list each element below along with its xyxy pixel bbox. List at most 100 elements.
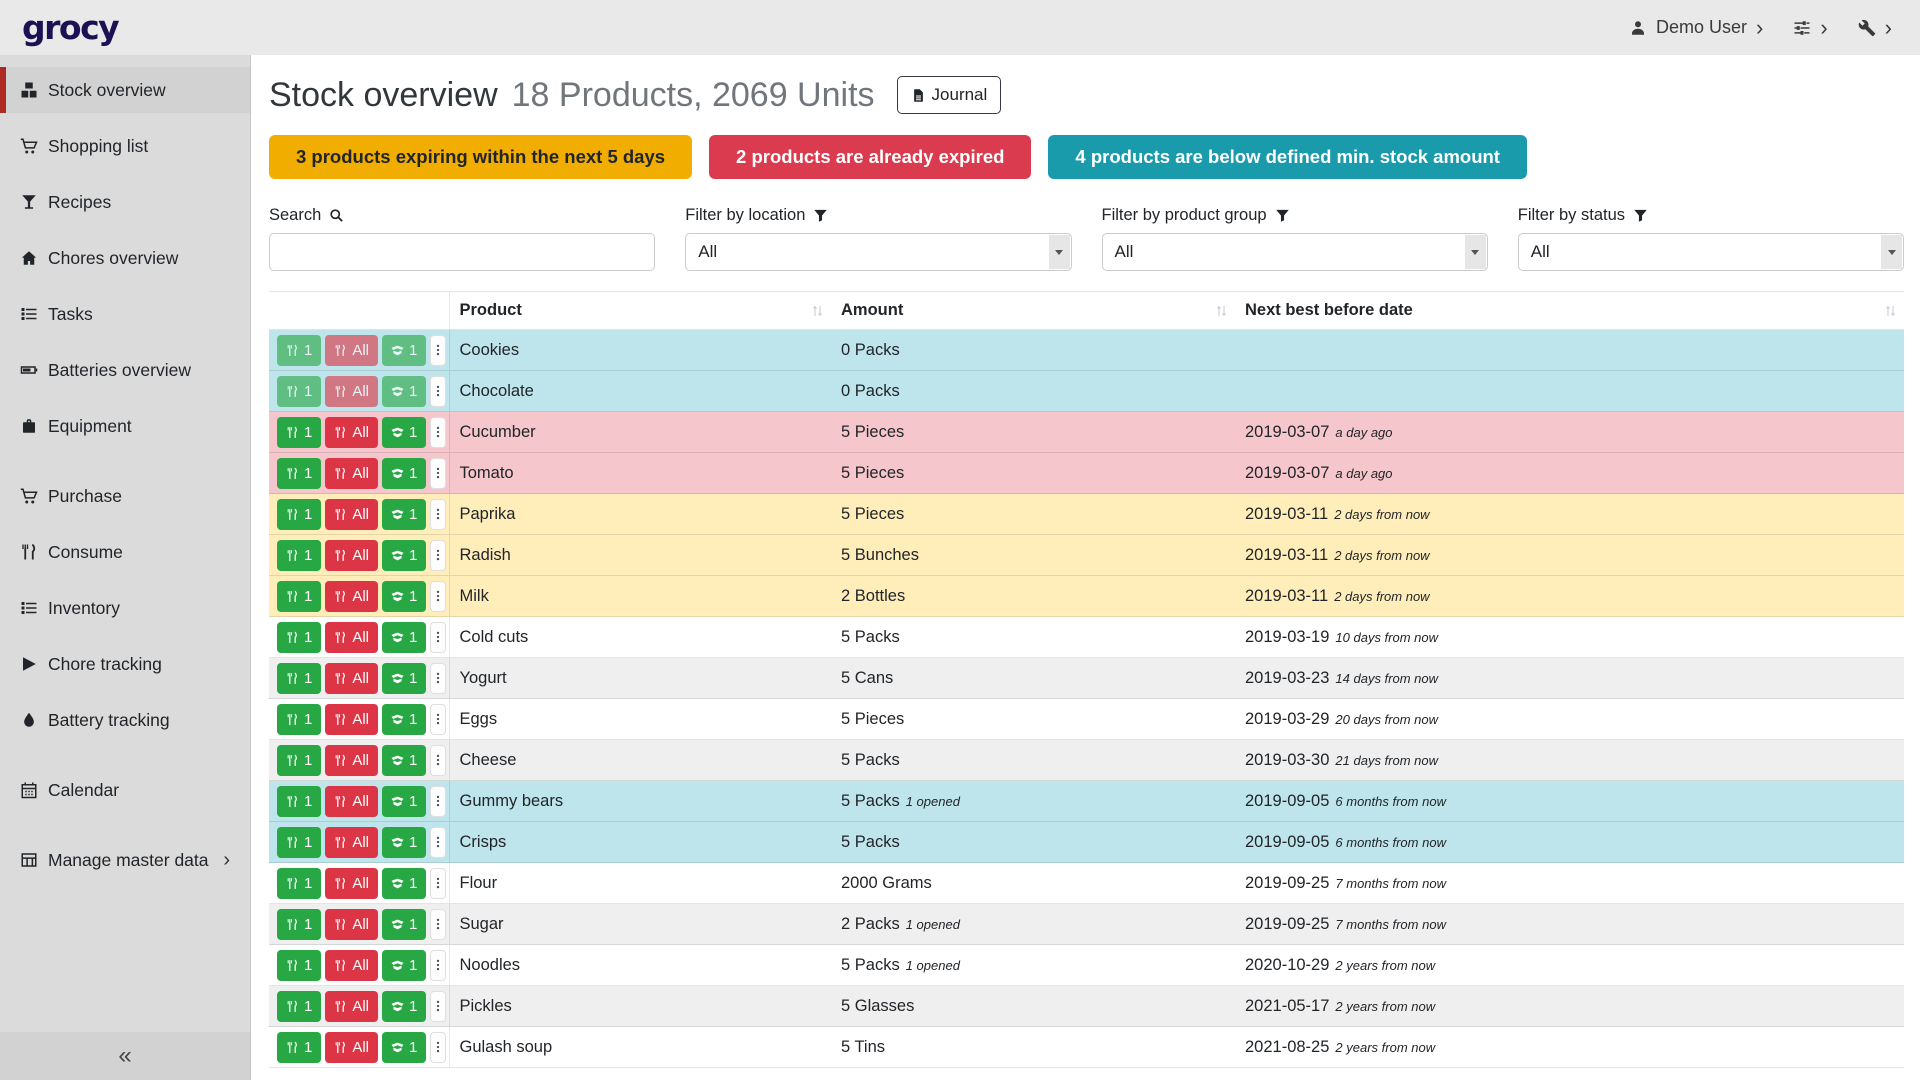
consume-one-button[interactable]: 1 xyxy=(277,1032,321,1063)
row-menu-button[interactable] xyxy=(430,417,446,448)
sidebar-item-batteries-overview[interactable]: Batteries overview xyxy=(0,347,250,393)
app-logo[interactable]: grocy xyxy=(22,8,118,47)
consume-one-button[interactable]: 1 xyxy=(277,909,321,940)
open-one-button[interactable]: 1 xyxy=(382,663,426,694)
consume-all-button[interactable]: All xyxy=(325,663,378,694)
consume-one-button[interactable]: 1 xyxy=(277,499,321,530)
consume-all-button[interactable]: All xyxy=(325,950,378,981)
open-one-button[interactable]: 1 xyxy=(382,417,426,448)
journal-button[interactable]: Journal xyxy=(897,76,1002,114)
consume-all-button[interactable]: All xyxy=(325,991,378,1022)
consume-one-button[interactable]: 1 xyxy=(277,622,321,653)
consume-one-button[interactable]: 1 xyxy=(277,581,321,612)
row-menu-button[interactable] xyxy=(430,704,446,735)
consume-all-button[interactable]: All xyxy=(325,499,378,530)
open-one-button[interactable]: 1 xyxy=(382,991,426,1022)
sidebar-collapse-button[interactable]: « xyxy=(0,1032,250,1080)
open-one-button[interactable]: 1 xyxy=(382,540,426,571)
row-menu-button[interactable] xyxy=(430,745,446,776)
row-menu-button[interactable] xyxy=(430,909,446,940)
consume-all-button[interactable]: All xyxy=(325,335,378,366)
open-one-button[interactable]: 1 xyxy=(382,745,426,776)
sidebar-item-chores-overview[interactable]: Chores overview xyxy=(0,235,250,281)
open-one-button[interactable]: 1 xyxy=(382,827,426,858)
row-menu-button[interactable] xyxy=(430,868,446,899)
row-menu-button[interactable] xyxy=(430,458,446,489)
consume-one-button[interactable]: 1 xyxy=(277,417,321,448)
row-menu-button[interactable] xyxy=(430,786,446,817)
consume-all-button[interactable]: All xyxy=(325,909,378,940)
column-header-next-best-before-date[interactable]: Next best before date xyxy=(1235,292,1904,330)
open-one-button[interactable]: 1 xyxy=(382,335,426,366)
consume-one-button[interactable]: 1 xyxy=(277,335,321,366)
open-one-button[interactable]: 1 xyxy=(382,1032,426,1063)
filter-status-select[interactable]: All xyxy=(1518,233,1904,271)
consume-one-button[interactable]: 1 xyxy=(277,540,321,571)
sidebar-item-purchase[interactable]: Purchase xyxy=(0,473,250,519)
sidebar-item-inventory[interactable]: Inventory xyxy=(0,585,250,631)
consume-all-button[interactable]: All xyxy=(325,827,378,858)
row-menu-button[interactable] xyxy=(430,499,446,530)
open-one-button[interactable]: 1 xyxy=(382,909,426,940)
consume-one-button[interactable]: 1 xyxy=(277,663,321,694)
sidebar-item-stock-overview[interactable]: Stock overview xyxy=(0,67,250,113)
column-header-product[interactable]: Product xyxy=(449,292,831,330)
filter-product-group-select[interactable]: All xyxy=(1102,233,1488,271)
consume-all-button[interactable]: All xyxy=(325,868,378,899)
consume-all-button[interactable]: All xyxy=(325,540,378,571)
consume-one-button[interactable]: 1 xyxy=(277,745,321,776)
row-menu-button[interactable] xyxy=(430,540,446,571)
status-badge-2[interactable]: 2 products are already expired xyxy=(709,135,1031,179)
consume-one-button[interactable]: 1 xyxy=(277,704,321,735)
consume-one-button[interactable]: 1 xyxy=(277,458,321,489)
consume-all-button[interactable]: All xyxy=(325,786,378,817)
consume-all-button[interactable]: All xyxy=(325,376,378,407)
sidebar-item-battery-tracking[interactable]: Battery tracking xyxy=(0,697,250,743)
row-menu-button[interactable] xyxy=(430,827,446,858)
row-menu-button[interactable] xyxy=(430,335,446,366)
sidebar-item-consume[interactable]: Consume xyxy=(0,529,250,575)
search-input[interactable] xyxy=(269,233,655,271)
sidebar-item-shopping-list[interactable]: Shopping list xyxy=(0,123,250,169)
column-header-amount[interactable]: Amount xyxy=(831,292,1235,330)
status-badge-3[interactable]: 4 products are below defined min. stock … xyxy=(1048,135,1527,179)
open-one-button[interactable]: 1 xyxy=(382,499,426,530)
row-menu-button[interactable] xyxy=(430,663,446,694)
sidebar-item-calendar[interactable]: Calendar xyxy=(0,767,250,813)
row-menu-button[interactable] xyxy=(430,1032,446,1063)
settings-menu[interactable]: › xyxy=(1793,17,1827,39)
status-badge-1[interactable]: 3 products expiring within the next 5 da… xyxy=(269,135,692,179)
consume-all-button[interactable]: All xyxy=(325,581,378,612)
consume-all-button[interactable]: All xyxy=(325,1032,378,1063)
open-one-button[interactable]: 1 xyxy=(382,704,426,735)
consume-one-button[interactable]: 1 xyxy=(277,376,321,407)
open-one-button[interactable]: 1 xyxy=(382,581,426,612)
admin-menu[interactable]: › xyxy=(1858,17,1892,39)
consume-one-button[interactable]: 1 xyxy=(277,786,321,817)
open-one-button[interactable]: 1 xyxy=(382,458,426,489)
open-one-button[interactable]: 1 xyxy=(382,376,426,407)
sidebar-item-chore-tracking[interactable]: Chore tracking xyxy=(0,641,250,687)
row-menu-button[interactable] xyxy=(430,581,446,612)
consume-all-button[interactable]: All xyxy=(325,458,378,489)
row-menu-button[interactable] xyxy=(430,622,446,653)
sidebar-item-tasks[interactable]: Tasks xyxy=(0,291,250,337)
sidebar-item-manage-master-data[interactable]: Manage master data› xyxy=(0,837,250,883)
consume-one-button[interactable]: 1 xyxy=(277,827,321,858)
consume-all-button[interactable]: All xyxy=(325,745,378,776)
consume-all-button[interactable]: All xyxy=(325,417,378,448)
open-one-button[interactable]: 1 xyxy=(382,950,426,981)
sidebar-item-equipment[interactable]: Equipment xyxy=(0,403,250,449)
open-one-button[interactable]: 1 xyxy=(382,622,426,653)
open-one-button[interactable]: 1 xyxy=(382,868,426,899)
consume-one-button[interactable]: 1 xyxy=(277,991,321,1022)
sidebar-item-recipes[interactable]: Recipes xyxy=(0,179,250,225)
open-one-button[interactable]: 1 xyxy=(382,786,426,817)
consume-one-button[interactable]: 1 xyxy=(277,868,321,899)
row-menu-button[interactable] xyxy=(430,950,446,981)
filter-location-select[interactable]: All xyxy=(685,233,1071,271)
row-menu-button[interactable] xyxy=(430,991,446,1022)
consume-one-button[interactable]: 1 xyxy=(277,950,321,981)
user-menu[interactable]: Demo User› xyxy=(1629,17,1763,39)
consume-all-button[interactable]: All xyxy=(325,704,378,735)
